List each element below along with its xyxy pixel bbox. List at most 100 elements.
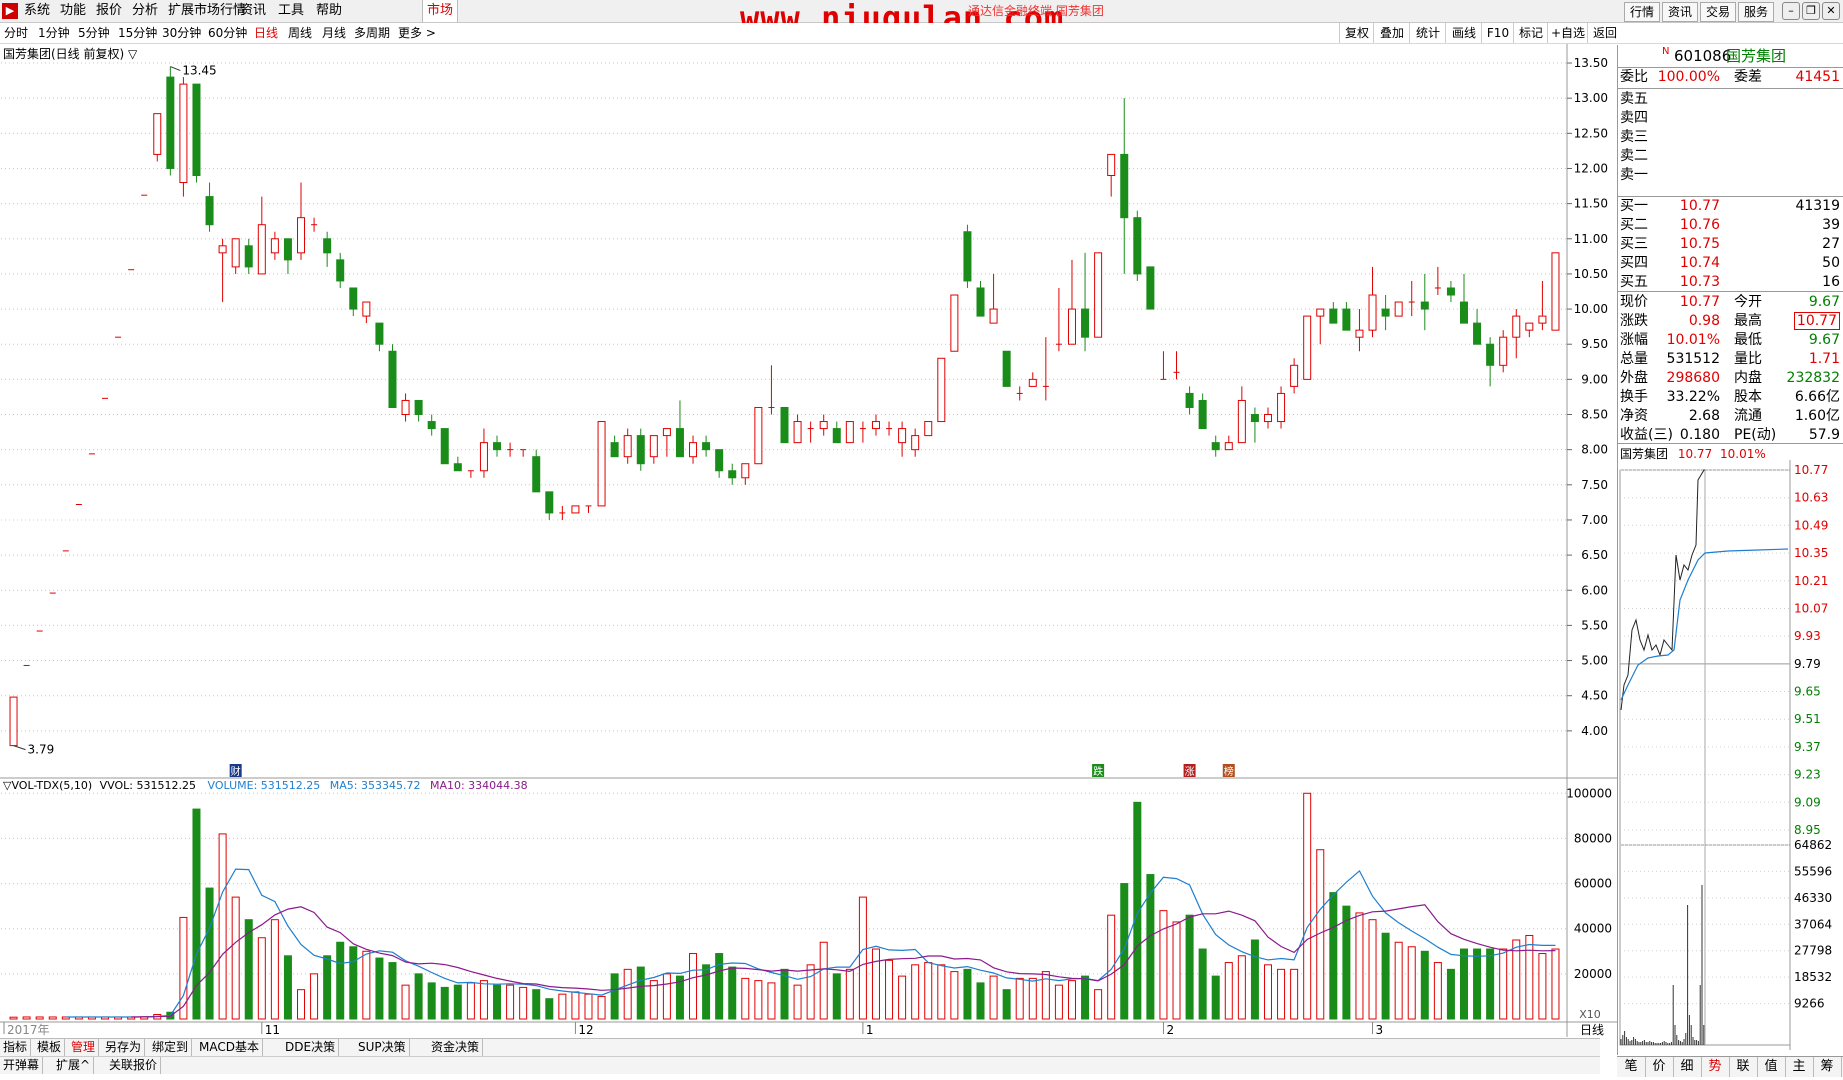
quote-label: 涨跌 bbox=[1620, 313, 1648, 329]
minimize-icon[interactable]: – bbox=[1782, 2, 1800, 20]
indicator-tab-2[interactable]: 管理 bbox=[68, 1039, 100, 1056]
top-button-1[interactable]: 资讯 bbox=[1662, 2, 1698, 22]
volume-bar bbox=[819, 941, 828, 1020]
quote-tab-0[interactable]: 笔 bbox=[1617, 1057, 1646, 1077]
menu-2[interactable]: 报价 bbox=[96, 0, 122, 22]
candle bbox=[1342, 302, 1351, 331]
candle bbox=[467, 470, 474, 478]
indicator-tab-3[interactable]: 另存为 bbox=[102, 1039, 146, 1056]
volume-bar bbox=[1446, 968, 1455, 1020]
bottom-tool-2[interactable]: 关联报价 bbox=[106, 1057, 162, 1074]
volume-bar bbox=[702, 964, 711, 1020]
period-tab-6[interactable]: 日线 bbox=[254, 23, 278, 43]
close-icon[interactable]: ✕ bbox=[1822, 2, 1840, 20]
top-button-0[interactable]: 行情 bbox=[1624, 2, 1660, 22]
volume-tick-label: 40000 bbox=[1574, 922, 1612, 936]
tool-1[interactable]: 叠加 bbox=[1373, 23, 1410, 43]
candle bbox=[1408, 280, 1415, 317]
menu-7[interactable]: 帮助 bbox=[316, 0, 342, 22]
menu-0[interactable]: 系统 bbox=[24, 0, 50, 22]
period-tab-3[interactable]: 15分钟 bbox=[118, 23, 157, 43]
menu-bar: ▶ 系统 功能 报价 分析 扩展市场行情 资讯 工具 帮助 市场 www.niugulan.co… bbox=[0, 0, 1843, 36]
period-tab-7[interactable]: 周线 bbox=[288, 23, 312, 43]
bottom-tool-1[interactable]: 扩展^ bbox=[53, 1057, 95, 1074]
mini-price-label: 9.79 bbox=[1794, 657, 1821, 671]
volume-bar bbox=[1420, 950, 1429, 1020]
intraday-chart[interactable]: 10.77 10.63 10.49 10.35 10.21 10.07 9.93 9.79 9.… bbox=[1618, 460, 1843, 1055]
candle bbox=[375, 322, 384, 352]
vol-indicator-name[interactable]: ▽VOL-TDX(5,10) bbox=[3, 779, 92, 792]
period-tab-0[interactable]: 分时 bbox=[4, 23, 28, 43]
candle bbox=[362, 301, 371, 324]
top-button-3[interactable]: 服务 bbox=[1738, 2, 1774, 22]
volume-legend: ▽VOL-TDX(5,10) VVOL: 531512.25 VOLUME: 5… bbox=[3, 779, 528, 792]
period-tab-9[interactable]: 多周期 bbox=[354, 23, 390, 43]
quote-label: 最高 bbox=[1734, 313, 1762, 329]
candle bbox=[520, 449, 527, 457]
candle bbox=[1146, 266, 1155, 310]
kline-chart[interactable]: 13.50 13.00 12.50 12.00 11.50 11.00 10.50 10.00… bbox=[0, 44, 1617, 1037]
quote-tab-6[interactable]: 主 bbox=[1785, 1057, 1814, 1077]
menu-6[interactable]: 工具 bbox=[278, 0, 304, 22]
tool-3[interactable]: 画线 bbox=[1445, 23, 1482, 43]
quote-label: 外盘 bbox=[1620, 370, 1648, 386]
quote-tab-5[interactable]: 值 bbox=[1757, 1057, 1786, 1077]
volume-bar bbox=[1094, 989, 1103, 1020]
menu-3[interactable]: 分析 bbox=[132, 0, 158, 22]
volume-bar bbox=[297, 989, 306, 1020]
quote-tab-2[interactable]: 细 bbox=[1673, 1057, 1702, 1077]
candle bbox=[768, 365, 775, 415]
indicator-tab-5[interactable]: MACD基本 bbox=[196, 1039, 263, 1056]
volume-bar bbox=[741, 977, 750, 1020]
price-tick-label: 7.00 bbox=[1581, 513, 1608, 527]
indicator-tab-7[interactable]: SUP决策 bbox=[355, 1039, 410, 1056]
buy-row: 买二 10.76 39 bbox=[1620, 216, 1842, 235]
stock-name[interactable]: 国芳集团 bbox=[1726, 45, 1786, 67]
tool-4[interactable]: F10 bbox=[1481, 23, 1514, 43]
volume-bar bbox=[1015, 977, 1024, 1020]
price-tick-label: 12.00 bbox=[1574, 161, 1608, 175]
tool-5[interactable]: 标记 bbox=[1513, 23, 1548, 43]
indicator-tab-4[interactable]: 绑定到 bbox=[149, 1039, 193, 1056]
candle bbox=[283, 238, 292, 274]
app-logo-icon[interactable]: ▶ bbox=[2, 3, 18, 19]
quote-tab-1[interactable]: 价 bbox=[1645, 1057, 1674, 1077]
menu-market[interactable]: 市场 bbox=[422, 0, 459, 22]
candle bbox=[585, 505, 592, 513]
tool-6[interactable]: +自选 bbox=[1547, 23, 1588, 43]
candle bbox=[559, 505, 566, 520]
indicator-tab-0[interactable]: 指标 bbox=[0, 1039, 32, 1056]
period-tab-8[interactable]: 月线 bbox=[322, 23, 346, 43]
bottom-tool-0[interactable]: 开弹幕 bbox=[0, 1057, 44, 1074]
quote-tab-4[interactable]: 联 bbox=[1729, 1057, 1758, 1077]
volume-bar bbox=[48, 1016, 57, 1020]
indicator-tab-6[interactable]: DDE决策 bbox=[282, 1039, 340, 1056]
period-tab-1[interactable]: 1分钟 bbox=[38, 23, 70, 43]
menu-5[interactable]: 资讯 bbox=[240, 0, 266, 22]
restore-icon[interactable]: ❐ bbox=[1802, 2, 1820, 20]
volume-bar bbox=[1368, 919, 1377, 1020]
quote-row: 现价 10.77 今开 9.67 bbox=[1620, 293, 1842, 312]
quote-tab-7[interactable]: 筹 bbox=[1813, 1057, 1842, 1077]
tool-7[interactable]: 返回 bbox=[1587, 23, 1622, 43]
quote-row: 净资 2.68 流通 1.60亿 bbox=[1620, 407, 1842, 426]
period-tab-5[interactable]: 60分钟 bbox=[208, 23, 247, 43]
tool-0[interactable]: 复权 bbox=[1339, 23, 1374, 43]
candle bbox=[1446, 280, 1455, 303]
indicator-tab-8[interactable]: 资金决策 bbox=[428, 1039, 484, 1056]
volume-bar bbox=[898, 975, 907, 1020]
candle bbox=[1067, 259, 1076, 345]
period-tab-2[interactable]: 5分钟 bbox=[78, 23, 110, 43]
indicator-tab-1[interactable]: 模板 bbox=[34, 1039, 66, 1056]
menu-4[interactable]: 扩展市场行情 bbox=[168, 0, 246, 22]
menu-1[interactable]: 功能 bbox=[60, 0, 86, 22]
top-button-2[interactable]: 交易 bbox=[1700, 2, 1736, 22]
candle bbox=[323, 231, 332, 267]
candle bbox=[257, 196, 266, 275]
period-tab-10[interactable]: 更多 > bbox=[398, 23, 436, 43]
volume-bar bbox=[362, 950, 371, 1020]
tool-2[interactable]: 统计 bbox=[1409, 23, 1446, 43]
quote-tab-3[interactable]: 势 bbox=[1701, 1057, 1730, 1077]
volume-bar bbox=[440, 986, 449, 1020]
period-tab-4[interactable]: 30分钟 bbox=[162, 23, 201, 43]
